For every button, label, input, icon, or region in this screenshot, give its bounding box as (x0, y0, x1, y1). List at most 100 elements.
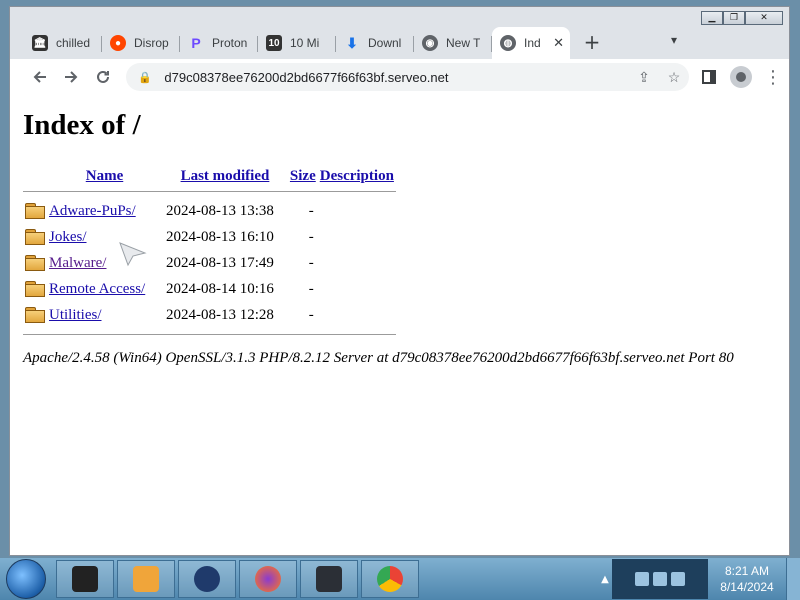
directory-listing-table: Name Last modified Size Description Adwa… (23, 166, 396, 341)
file-size: - (308, 280, 314, 297)
folder-icon (25, 307, 45, 324)
back-button[interactable] (24, 63, 55, 91)
folder-icon (25, 203, 45, 220)
firefox-dark-icon (194, 566, 220, 592)
start-button[interactable] (6, 559, 46, 599)
share-icon[interactable]: ⇪ (629, 69, 659, 86)
tab-strip: 🏛 chilled ● Disrop P Proton 10 10 Mi ⬇ D… (10, 23, 789, 59)
close-tab-icon[interactable]: ✕ (553, 35, 564, 51)
sort-by-description-link[interactable]: Description (320, 168, 394, 184)
taskbar-app-firefox[interactable] (239, 560, 297, 598)
description (318, 250, 396, 276)
proton-icon: P (191, 35, 201, 51)
url-text[interactable]: d79c08378ee76200d2bd6677f66f63bf.serveo.… (164, 70, 629, 85)
tab-label: chilled (56, 36, 91, 50)
folder-icon (25, 229, 45, 246)
taskbar-clock[interactable]: 8:21 AM 8/14/2024 (708, 563, 786, 595)
icon-column-header (23, 166, 47, 185)
tab-label: Proton (212, 36, 248, 50)
browser-toolbar: 🔒 d79c08378ee76200d2bd6677f66f63bf.serve… (10, 59, 789, 95)
forward-button[interactable] (55, 63, 86, 91)
table-row: Jokes/ 2024-08-13 16:10 - (23, 224, 396, 250)
reload-icon (96, 70, 109, 83)
tab-10min[interactable]: 10 10 Mi (258, 27, 336, 59)
media-player-icon (133, 566, 159, 592)
directory-link[interactable]: Remote Access/ (49, 281, 145, 297)
tab-label: Ind (524, 36, 541, 50)
table-row: Malware/ 2024-08-13 17:49 - (23, 250, 396, 276)
last-modified: 2024-08-13 17:49 (166, 254, 274, 271)
arrow-right-icon (65, 71, 78, 83)
flag-icon[interactable] (671, 572, 685, 586)
footer-divider (23, 328, 396, 341)
table-row: Adware-PuPs/ 2024-08-13 13:38 - (23, 198, 396, 224)
tab-proton[interactable]: P Proton (180, 27, 258, 59)
bookmark-star-icon[interactable]: ☆ (659, 69, 689, 86)
server-signature: Apache/2.4.58 (Win64) OpenSSL/3.1.3 PHP/… (23, 350, 734, 366)
taskbar-app-chrome[interactable] (361, 560, 419, 598)
arrow-left-icon (33, 71, 46, 83)
tab-reddit[interactable]: ● Disrop (102, 27, 180, 59)
tab-label: Downl (368, 36, 402, 50)
tab-chilled[interactable]: 🏛 chilled (24, 27, 102, 59)
terminal-icon (72, 566, 98, 592)
file-size: - (308, 202, 314, 219)
sort-by-name-link[interactable]: Name (86, 168, 124, 184)
tab-label: Disrop (134, 36, 169, 50)
side-panel-icon[interactable] (693, 63, 725, 91)
download-icon: ⬇ (346, 34, 358, 51)
tab-new[interactable]: ◉ New T (414, 27, 492, 59)
last-modified: 2024-08-13 16:10 (166, 228, 274, 245)
chrome-icon: ◉ (422, 35, 438, 51)
tab-index[interactable]: ◍ Ind ✕ (492, 27, 570, 59)
globe-icon: ◍ (500, 35, 516, 51)
last-modified: 2024-08-14 10:16 (166, 280, 274, 297)
taskbar-apps (56, 560, 419, 598)
description (318, 302, 396, 328)
taskbar-app-firefox-dark[interactable] (178, 560, 236, 598)
directory-link[interactable]: Utilities/ (49, 307, 102, 323)
page-content: Index of / Name Last modified Size Descr… (10, 95, 789, 555)
last-modified: 2024-08-13 13:38 (166, 202, 274, 219)
building-icon: 🏛 (32, 35, 48, 51)
reddit-icon: ● (110, 35, 126, 51)
tab-downloads[interactable]: ⬇ Downl (336, 27, 414, 59)
directory-link[interactable]: Malware/ (49, 255, 106, 271)
system-tray: ▲ 8:21 AM 8/14/2024 (598, 558, 800, 600)
sort-by-modified-link[interactable]: Last modified (181, 168, 270, 184)
taskbar-app-media[interactable] (117, 560, 175, 598)
file-size: - (308, 228, 314, 245)
header-divider (23, 185, 396, 198)
tab-label: 10 Mi (290, 36, 320, 50)
sort-by-size-link[interactable]: Size (290, 168, 316, 184)
table-row: Remote Access/ 2024-08-14 10:16 - (23, 276, 396, 302)
last-modified: 2024-08-13 12:28 (166, 306, 274, 323)
clock-time: 8:21 AM (724, 564, 770, 578)
address-bar[interactable]: 🔒 d79c08378ee76200d2bd6677f66f63bf.serve… (126, 63, 690, 91)
network-icon[interactable] (635, 572, 649, 586)
chrome-icon (377, 566, 403, 592)
description (318, 198, 396, 224)
taskbar-app-window[interactable] (300, 560, 358, 598)
table-header-row: Name Last modified Size Description (23, 166, 396, 185)
description (318, 224, 396, 250)
lock-icon[interactable]: 🔒 (138, 71, 154, 84)
new-tab-button[interactable]: + (578, 29, 606, 57)
directory-link[interactable]: Jokes/ (49, 229, 87, 245)
menu-kebab-icon[interactable]: ⋮ (757, 63, 789, 91)
browser-window: ▁ ❐ ✕ 🏛 chilled ● Disrop P Proton 10 10 … (9, 6, 790, 556)
directory-link[interactable]: Adware-PuPs/ (49, 203, 136, 219)
tray-expand-icon[interactable]: ▲ (598, 565, 612, 593)
profile-avatar-icon[interactable] (730, 66, 753, 88)
folder-icon (25, 255, 45, 272)
show-desktop-button[interactable] (786, 558, 800, 600)
file-size: - (308, 306, 314, 323)
window-app-icon (316, 566, 342, 592)
chevron-down-icon[interactable]: ▾ (671, 33, 677, 47)
reload-button[interactable] (87, 63, 118, 91)
ten-minute-mail-icon: 10 (266, 35, 282, 51)
taskbar-app-terminal[interactable] (56, 560, 114, 598)
volume-icon[interactable] (653, 572, 667, 586)
folder-icon (25, 281, 45, 298)
description (318, 276, 396, 302)
